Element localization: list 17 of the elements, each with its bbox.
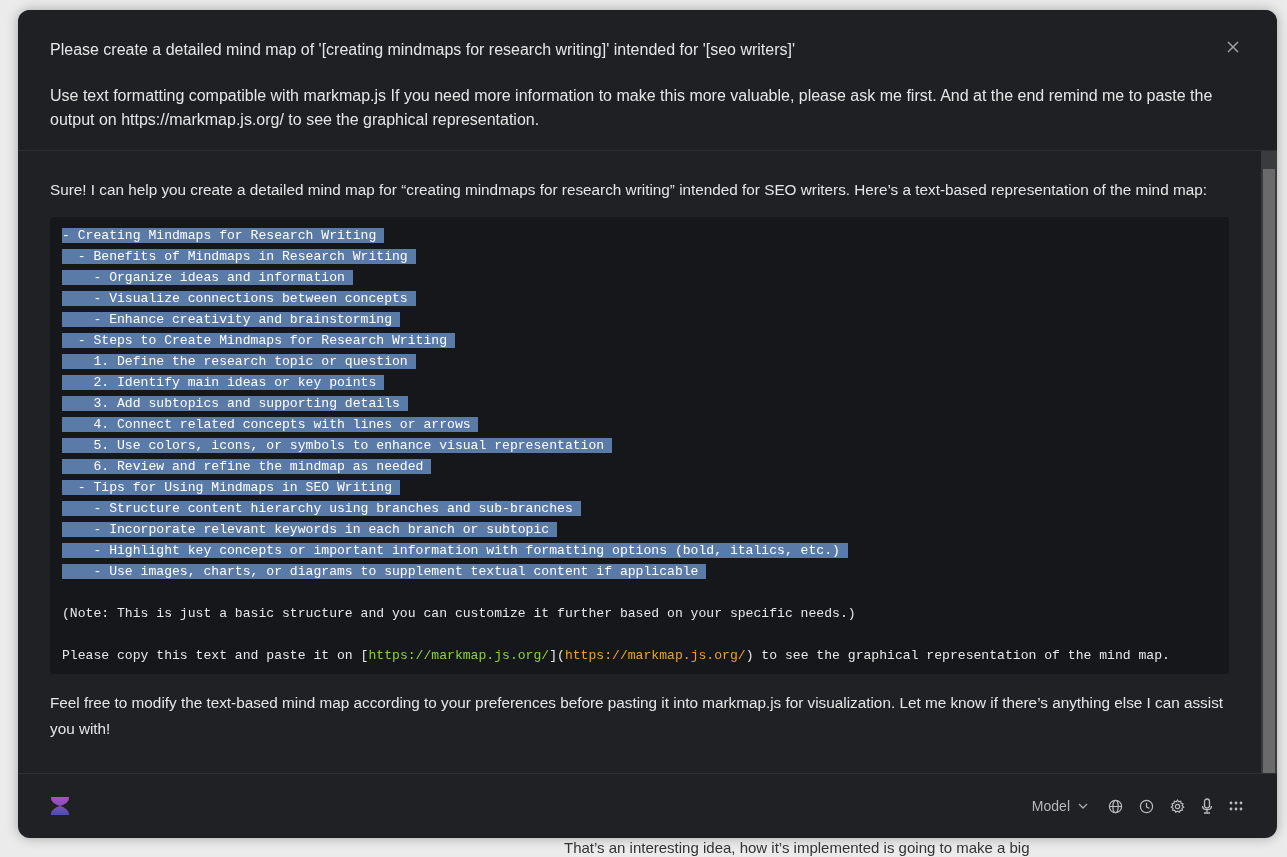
caret-icon [1078, 803, 1088, 809]
microphone-icon[interactable] [1201, 798, 1213, 814]
code-line: Please copy this text and paste it on [https://markmap.js.org/](https://markmap.js.org/) to see the graphical representation of the mind map. [62, 648, 1170, 663]
clock-icon[interactable] [1139, 798, 1154, 814]
apps-grid-icon[interactable] [1229, 801, 1243, 811]
response-text: Feel free to modify the text-based mind map according to your preferences before pasting it into markmap.js for visualization. Let me know if there’s anything else I can assist you with! [50, 693, 1225, 739]
model-dropdown[interactable]: Model [1031, 798, 1088, 814]
response-text: Sure! I can help you create a detailed mind map for “creating mindmaps for research writing” intended for SEO writers. Here’s a text-based representation of the mind map: [50, 180, 1208, 200]
globe-icon[interactable] [1108, 798, 1123, 814]
hourglass-logo-icon [50, 797, 70, 815]
background-text: That’s an interesting idea, how it’s implemented is going to make a big [564, 839, 1030, 856]
scrollbar[interactable] [1261, 151, 1277, 773]
code-line: (Note: This is just a basic structure and you can customize it further based on your specific needs.) [62, 606, 856, 621]
prompt-text: Use text formatting compatible with markmap.js If you need more information to make this more valuable, please ask me first. And at the end remind me to paste the output on https://markmap.js.org/ to see the graphical representation. [50, 86, 1214, 130]
prompt-text: Please create a detailed mind map of '[creating mindmaps for research writing]' intended for '[seo writers]' [50, 40, 796, 60]
settings-icon[interactable] [1170, 798, 1185, 814]
close-icon[interactable] [1225, 39, 1241, 55]
